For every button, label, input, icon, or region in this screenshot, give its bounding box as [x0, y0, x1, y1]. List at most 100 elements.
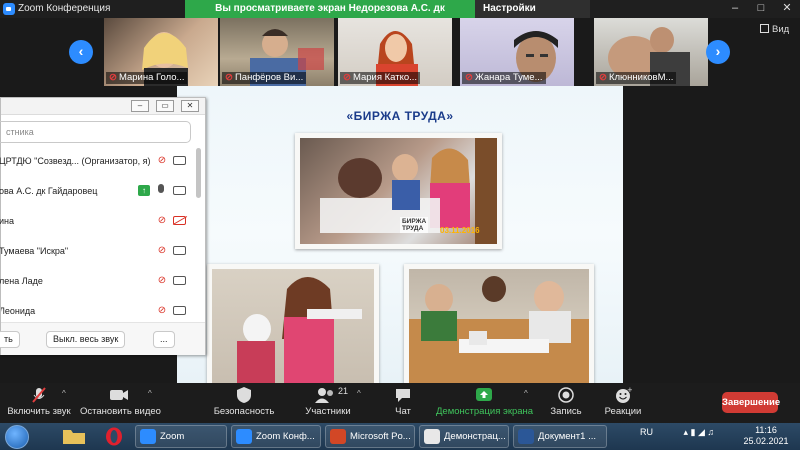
reactions-button[interactable]: + Реакции — [600, 386, 646, 417]
smiley-icon: + — [600, 386, 646, 404]
photo-date-stamp: 03.11.2016 — [440, 226, 480, 235]
tray-icons[interactable]: ▴ ▮ ◢ ♫ — [684, 427, 715, 437]
chevron-up-icon[interactable]: ^ — [148, 389, 152, 398]
photo-caption: БИРЖА ТРУДА — [400, 217, 429, 233]
taskbar-item-zoom[interactable]: Zoom — [135, 425, 227, 448]
next-page-arrow-icon[interactable]: › — [706, 40, 730, 64]
participants-icon: 21 — [302, 386, 354, 404]
title-bar: Zoom Конференция Вы просматриваете экран… — [0, 0, 800, 32]
chevron-up-icon[interactable]: ^ — [524, 389, 528, 398]
close-icon[interactable]: ✕ — [181, 100, 199, 112]
video-strip: ‹ ⊘ Марина Голо... ⊘ Панфёров Ви... ⊘ Мария… — [0, 18, 800, 86]
security-button[interactable]: Безопасность — [212, 386, 276, 417]
participant-name: лена Ладе — [0, 276, 43, 286]
panel-header: – ▭ ✕ — [1, 98, 205, 115]
maximize-icon[interactable]: □ — [748, 0, 774, 18]
panel-scrollbar[interactable] — [196, 148, 201, 198]
taskbar-item-zoom-meeting[interactable]: Zoom Конф... — [231, 425, 321, 448]
tile-name: ⊘ КлюнниковМ... — [596, 72, 677, 84]
zoom-icon — [236, 429, 252, 444]
mic-muted-icon: ⊘ — [465, 72, 473, 83]
mute-all-button[interactable]: Выкл. весь звук — [46, 331, 126, 348]
video-tile[interactable]: ⊘ Панфёров Ви... — [220, 18, 334, 86]
video-tile[interactable]: ⊘ Марина Голо... — [104, 18, 218, 86]
video-tile[interactable]: ⊘ Мария Катко... — [338, 18, 452, 86]
folder-icon[interactable] — [58, 425, 90, 448]
participant-row[interactable]: Леонида ⊘ — [1, 296, 191, 320]
mic-icon[interactable] — [158, 184, 164, 193]
participant-row[interactable]: лена Ладе ⊘ — [0, 266, 191, 296]
zoom-icon — [140, 429, 156, 444]
camera-icon[interactable] — [173, 156, 186, 165]
minimize-icon[interactable]: – — [131, 100, 149, 112]
participants-button[interactable]: 21 Участники — [302, 386, 354, 417]
camera-icon[interactable] — [173, 246, 186, 255]
svg-text:+: + — [627, 386, 632, 394]
end-meeting-button[interactable]: Завершение — [722, 392, 780, 413]
share-screen-button[interactable]: Демонстрация экрана — [436, 386, 533, 417]
powerpoint-icon — [330, 429, 346, 444]
start-button[interactable] — [5, 425, 29, 449]
chat-icon — [385, 386, 421, 404]
participants-count: 21 — [338, 386, 349, 396]
close-icon[interactable]: ✕ — [774, 0, 800, 18]
language-indicator[interactable]: RU — [640, 427, 653, 437]
mic-muted-icon[interactable]: ⊘ — [157, 305, 167, 316]
participant-name: Леонида — [1, 306, 36, 316]
view-options-button[interactable]: Настройки просмотра ⌄ — [475, 0, 590, 32]
stop-video-button[interactable]: Остановить видео — [80, 386, 161, 417]
minimize-icon[interactable]: – — [722, 0, 748, 18]
grid-view-button[interactable]: Вид — [760, 24, 789, 35]
participant-name: ова А.С. дк Гайдаровец — [0, 186, 98, 196]
more-button[interactable]: ... — [153, 331, 175, 348]
system-tray: RU ▴ ▮ ◢ ♫ — [640, 427, 714, 438]
camera-off-icon[interactable] — [173, 216, 186, 225]
taskbar-item-document[interactable]: Документ1 ... — [513, 425, 607, 448]
chevron-up-icon[interactable]: ^ — [357, 389, 361, 398]
window-title: Zoom Конференция — [18, 3, 111, 14]
mic-muted-icon: ⊘ — [225, 72, 233, 83]
tile-name: ⊘ Марина Голо... — [106, 72, 188, 84]
zoom-app-icon — [3, 3, 15, 15]
zoom-window: { "window": { "title": "Zoom Конференция… — [0, 0, 800, 450]
word-icon — [518, 429, 534, 444]
popout-icon[interactable]: ▭ — [156, 100, 174, 112]
shared-screen: «БИРЖА ТРУДА» БИРЖА ТРУДА 03.11.2016 — [177, 86, 623, 383]
camera-icon — [80, 386, 158, 404]
invite-button[interactable]: ть — [0, 331, 20, 348]
clock[interactable]: 11:16 25.02.2021 — [740, 425, 792, 447]
participant-search-input[interactable]: стника — [0, 121, 191, 143]
mic-muted-icon[interactable]: ⊘ — [157, 155, 167, 166]
participant-row[interactable]: ова А.С. дк Гайдаровец ↑ — [0, 176, 191, 206]
opera-icon[interactable] — [98, 425, 130, 448]
chevron-up-icon[interactable]: ^ — [62, 389, 66, 398]
record-icon — [546, 386, 586, 404]
participant-name: ЦРТДЮ "Созвезд... (Организатор, я) — [0, 156, 151, 166]
camera-icon[interactable] — [173, 306, 186, 315]
video-tile[interactable]: ⊘ КлюнниковМ... — [594, 18, 708, 86]
participant-row[interactable]: ЦРТДЮ "Созвезд... (Организатор, я) ⊘ — [0, 146, 191, 176]
screen-share-icon: ↑ — [138, 185, 150, 196]
camera-icon[interactable] — [173, 276, 186, 285]
photo-content — [409, 276, 589, 383]
chat-button[interactable]: Чат — [385, 386, 421, 417]
mic-muted-icon[interactable]: ⊘ — [157, 245, 167, 256]
video-tile[interactable]: ⊘ Жанара Туме... — [460, 18, 574, 86]
taskbar-item-powerpoint[interactable]: Microsoft Po... — [325, 425, 415, 448]
slide-photo-1: БИРЖА ТРУДА 03.11.2016 — [295, 133, 502, 249]
mic-muted-icon[interactable]: ⊘ — [157, 275, 167, 286]
presentation-icon — [424, 429, 440, 444]
participant-row[interactable]: Тумаева "Искра" ⊘ — [0, 236, 191, 266]
slide-title: «БИРЖА ТРУДА» — [346, 109, 454, 123]
tile-name: ⊘ Мария Катко... — [340, 72, 421, 84]
prev-page-arrow-icon[interactable]: ‹ — [69, 40, 93, 64]
tile-name: ⊘ Жанара Туме... — [462, 72, 546, 84]
participant-row[interactable]: ина ⊘ — [0, 206, 191, 236]
share-banner: Вы просматриваете экран Недорезова А.С. … — [185, 0, 475, 32]
slide-photo-2 — [207, 264, 379, 383]
record-button[interactable]: Запись — [546, 386, 586, 417]
taskbar-item-presentation[interactable]: Демонстрац... — [419, 425, 509, 448]
camera-icon[interactable] — [173, 186, 186, 195]
mic-muted-icon[interactable]: ⊘ — [157, 215, 167, 226]
meeting-toolbar: Включить звук ^ Остановить видео ^ Безоп… — [0, 383, 800, 423]
